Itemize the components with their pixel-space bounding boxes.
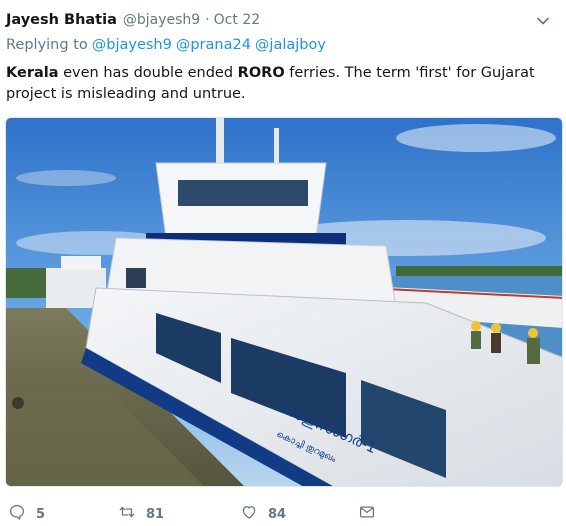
retweet-button[interactable]: 81	[118, 503, 212, 525]
chevron-down-icon[interactable]	[536, 13, 550, 27]
mention-link[interactable]: @prana24	[176, 37, 251, 53]
like-count: 84	[268, 506, 287, 522]
tweet-photo[interactable]: സേതുസാഗർ-1 കൊച്ചി തുറമുഖം	[5, 117, 563, 487]
retweet-icon	[118, 503, 136, 525]
like-icon	[240, 503, 258, 525]
author-display-name[interactable]: Jayesh Bhatia	[6, 12, 117, 28]
mention-link[interactable]: @bjayesh9	[92, 37, 172, 53]
retweet-count: 81	[146, 506, 165, 522]
separator-dot: ·	[205, 12, 210, 28]
author-handle[interactable]: @bjayesh9	[123, 12, 200, 28]
like-button[interactable]: 84	[240, 503, 330, 525]
direct-message-button[interactable]	[358, 503, 376, 525]
tweet-actions: 5 81 84	[8, 503, 404, 525]
tweet-text: Kerala even has double ended RORO ferrie…	[6, 63, 558, 105]
tweet-text-part: even has double ended	[58, 65, 238, 81]
replying-to-label: Replying to	[6, 37, 88, 53]
replying-to-line: Replying to @bjayesh9 @prana24 @jalajboy	[6, 37, 326, 53]
tweet-header: Jayesh Bhatia @bjayesh9 · Oct 22	[6, 10, 558, 30]
reply-count: 5	[36, 506, 46, 522]
direct-message-icon	[358, 503, 376, 525]
reply-button[interactable]: 5	[8, 503, 90, 525]
tweet-text-roro: RORO	[237, 65, 285, 81]
reply-icon	[8, 503, 26, 525]
mention-link[interactable]: @jalajboy	[255, 37, 326, 53]
tweet-text-kerala: Kerala	[6, 65, 59, 81]
tweet-date[interactable]: Oct 22	[214, 12, 260, 28]
ferry-photo: സേതുസാഗർ-1 കൊച്ചി തുറമുഖം	[6, 118, 562, 486]
